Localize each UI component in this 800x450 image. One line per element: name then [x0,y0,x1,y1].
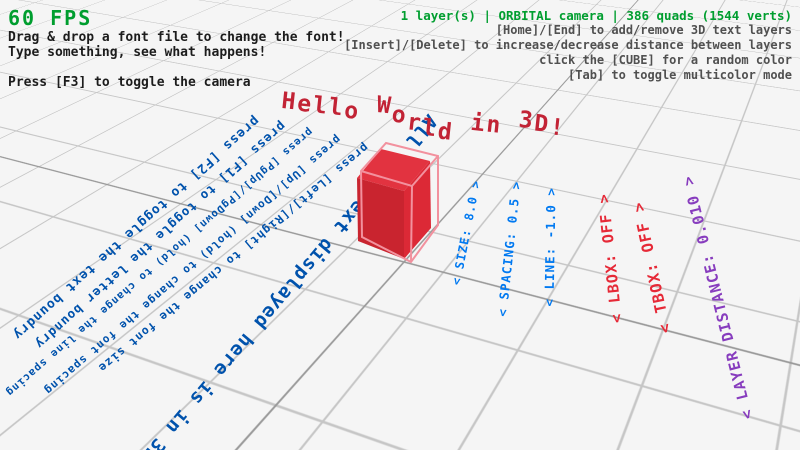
hint-line: Press [F3] to toggle the camera [8,75,345,90]
hint-line: Drag & drop a font file to change the fo… [8,30,345,45]
hint-line: [Tab] to toggle multicolor mode [344,68,792,83]
wave-char [501,111,519,139]
wave-char [359,96,377,124]
wave-char: ! [549,114,567,142]
spacer [8,60,345,75]
hint-line: click the [CUBE] for a random color [344,53,792,68]
hud-hints-right: 1 layer(s) | ORBITAL camera | 386 quads … [344,8,792,83]
control-readout: < LINE: -1.0 > [542,187,559,307]
status-bar: 1 layer(s) | ORBITAL camera | 386 quads … [344,8,792,23]
wave-char: d [437,119,455,147]
hint-line: Type something, see what happens! [8,45,345,60]
hint-line: [Insert]/[Delete] to increase/decrease d… [344,38,792,53]
text-draw-3d-app: All the text displayed here is in 3D! pr… [0,0,800,450]
hint-line: [Home]/[End] to add/remove 3D text layer… [344,23,792,38]
fps-counter: 60 FPS [8,6,92,30]
hud-hints-left: Drag & drop a font file to change the fo… [8,30,345,90]
